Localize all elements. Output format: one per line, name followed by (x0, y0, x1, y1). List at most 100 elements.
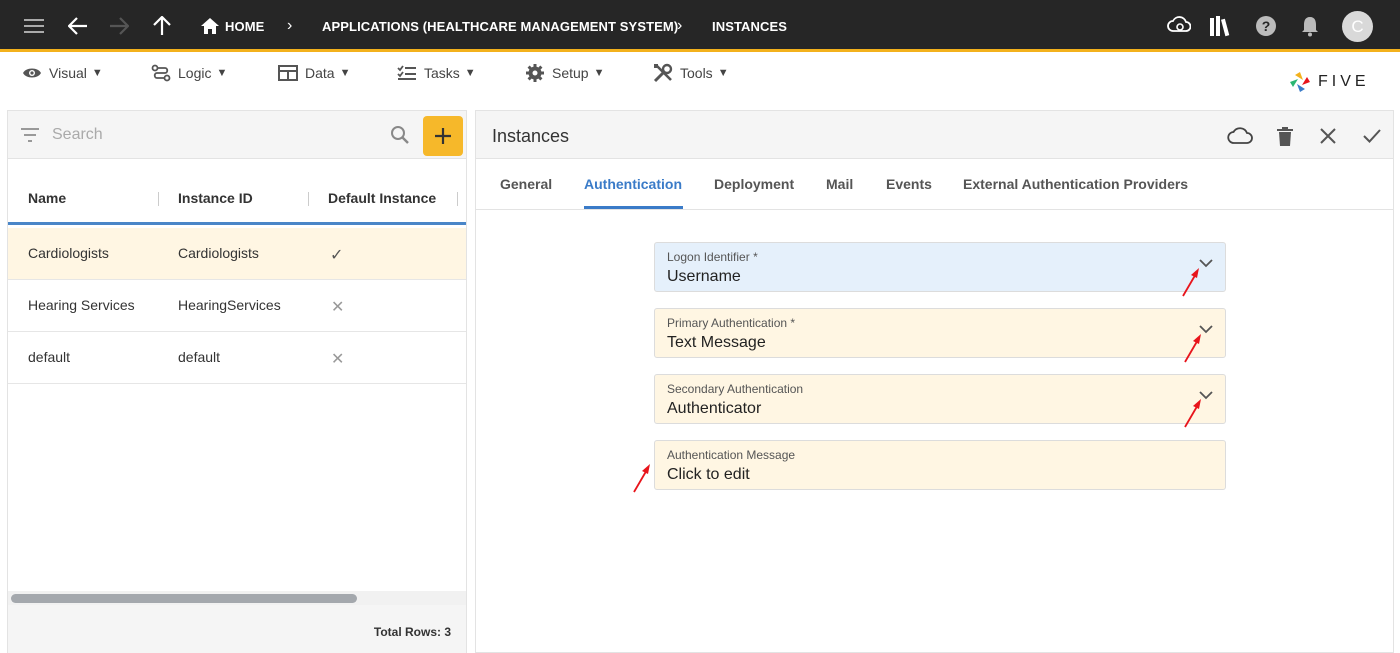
authentication-message-label: Authentication Message (667, 448, 796, 462)
user-avatar[interactable]: C (1342, 11, 1373, 42)
back-arrow-icon[interactable] (66, 14, 90, 38)
annotation-arrow-icon (1184, 334, 1201, 363)
filter-icon[interactable] (21, 128, 39, 142)
tab-deployment[interactable]: Deployment (714, 176, 794, 192)
cell-instance-id: HearingServices (178, 297, 281, 313)
caret-down-icon: ▼ (216, 67, 228, 79)
breadcrumb-applications[interactable]: APPLICATIONS (HEALTHCARE MANAGEMENT SYST… (322, 19, 678, 34)
column-header-default-instance[interactable]: Default Instance (328, 190, 436, 206)
active-tab-indicator (584, 206, 683, 209)
table-row[interactable]: default default ✕ (8, 332, 466, 384)
menu-logic-label: Logic (178, 65, 212, 81)
logon-identifier-value: Username (667, 268, 741, 285)
menu-setup[interactable]: Setup ▼ (525, 62, 604, 84)
hamburger-menu-icon[interactable] (22, 14, 46, 38)
annotation-arrow-icon (633, 464, 650, 493)
table-row[interactable]: Hearing Services HearingServices ✕ (8, 280, 466, 332)
list-footer: Total Rows: 3 (8, 605, 466, 653)
menu-visual[interactable]: Visual ▼ (22, 62, 103, 84)
menu-logic[interactable]: Logic ▼ (151, 62, 227, 84)
annotation-arrow-icon (1184, 399, 1201, 428)
menu-tasks-label: Tasks (424, 65, 460, 81)
scrollbar-thumb[interactable] (11, 594, 357, 603)
annotation-arrow-icon (1182, 268, 1199, 297)
column-divider (457, 192, 458, 206)
check-icon: ✓ (330, 247, 344, 264)
cell-name: default (28, 349, 71, 365)
column-header-name[interactable]: Name (28, 190, 66, 206)
caret-down-icon: ▼ (464, 67, 476, 79)
tab-authentication[interactable]: Authentication (584, 176, 682, 192)
plus-icon (435, 128, 451, 144)
caret-down-icon: ▼ (339, 67, 351, 79)
logon-identifier-select[interactable]: Logon Identifier * Username (654, 242, 1226, 292)
cross-icon: ✕ (331, 299, 345, 316)
cloud-deploy-icon[interactable] (1227, 123, 1253, 149)
cross-icon: ✕ (331, 351, 345, 368)
forward-arrow-icon[interactable] (107, 14, 131, 38)
gear-icon (526, 64, 544, 82)
menu-data-label: Data (305, 65, 335, 81)
checklist-icon (397, 65, 416, 80)
top-bar: HOME › APPLICATIONS (HEALTHCARE MANAGEME… (0, 0, 1400, 52)
svg-text:?: ? (1262, 18, 1271, 34)
breadcrumb-instances[interactable]: INSTANCES (712, 19, 787, 34)
cell-instance-id: Cardiologists (178, 245, 259, 261)
instance-list-panel: Search Name Instance ID Default Instance… (7, 110, 467, 653)
column-divider (308, 192, 309, 206)
close-icon[interactable] (1315, 123, 1341, 149)
menu-tasks[interactable]: Tasks ▼ (397, 62, 476, 84)
column-divider (158, 192, 159, 206)
tools-icon (653, 63, 673, 83)
secondary-authentication-select[interactable]: Secondary Authentication Authenticator (654, 374, 1226, 424)
logon-identifier-label: Logon Identifier * (667, 250, 758, 264)
authentication-message-field[interactable]: Authentication Message Click to edit (654, 440, 1226, 490)
help-icon[interactable]: ? (1254, 14, 1278, 38)
cell-instance-id: default (178, 349, 221, 365)
cell-name: Cardiologists (28, 245, 109, 261)
cell-name: Hearing Services (28, 297, 135, 313)
primary-authentication-value: Text Message (667, 334, 766, 351)
caret-down-icon: ▼ (593, 67, 605, 79)
notification-bell-icon[interactable] (1298, 14, 1322, 38)
home-icon[interactable] (198, 14, 222, 38)
cloud-sync-icon[interactable] (1167, 14, 1191, 38)
search-input[interactable]: Search (52, 126, 103, 144)
tab-external-authentication-providers[interactable]: External Authentication Providers (963, 176, 1188, 192)
breadcrumb-home[interactable]: HOME (225, 19, 264, 34)
caret-down-icon: ▼ (717, 67, 729, 79)
menu-tools-label: Tools (680, 65, 713, 81)
form-title: Instances (492, 126, 570, 146)
logic-icon (151, 64, 171, 82)
search-bar: Search (8, 111, 466, 159)
total-rows-label: Total Rows: 3 (373, 625, 451, 639)
tab-events[interactable]: Events (886, 176, 932, 192)
secondary-authentication-value: Authenticator (667, 400, 762, 417)
column-header-instance-id[interactable]: Instance ID (178, 190, 253, 206)
five-logo-mark-icon (1290, 72, 1310, 92)
add-record-button[interactable] (423, 116, 463, 156)
primary-authentication-select[interactable]: Primary Authentication * Text Message (654, 308, 1226, 358)
tab-general[interactable]: General (500, 176, 552, 192)
secondary-authentication-label: Secondary Authentication (667, 382, 804, 396)
authentication-message-value: Click to edit (667, 466, 750, 483)
menu-setup-label: Setup (552, 65, 589, 81)
instance-form-panel: Instances General Authentication Deploym… (475, 110, 1394, 653)
five-logo: FIVE (1288, 70, 1370, 94)
menu-tools[interactable]: Tools ▼ (653, 62, 729, 84)
menu-visual-label: Visual (49, 65, 87, 81)
table-row[interactable]: Cardiologists Cardiologists ✓ (8, 228, 466, 280)
form-tabs: General Authentication Deployment Mail E… (476, 159, 1393, 210)
eye-icon (23, 68, 41, 78)
save-check-icon[interactable] (1359, 123, 1385, 149)
menu-data[interactable]: Data ▼ (278, 62, 350, 84)
horizontal-scrollbar[interactable] (8, 591, 466, 605)
table-icon (278, 65, 298, 81)
up-arrow-icon[interactable] (150, 14, 174, 38)
delete-icon[interactable] (1272, 123, 1298, 149)
breadcrumb-separator-icon: › (287, 17, 293, 34)
search-icon[interactable] (390, 125, 410, 145)
library-icon[interactable] (1209, 14, 1233, 38)
tab-mail[interactable]: Mail (826, 176, 853, 192)
five-logo-text: FIVE (1318, 73, 1370, 90)
